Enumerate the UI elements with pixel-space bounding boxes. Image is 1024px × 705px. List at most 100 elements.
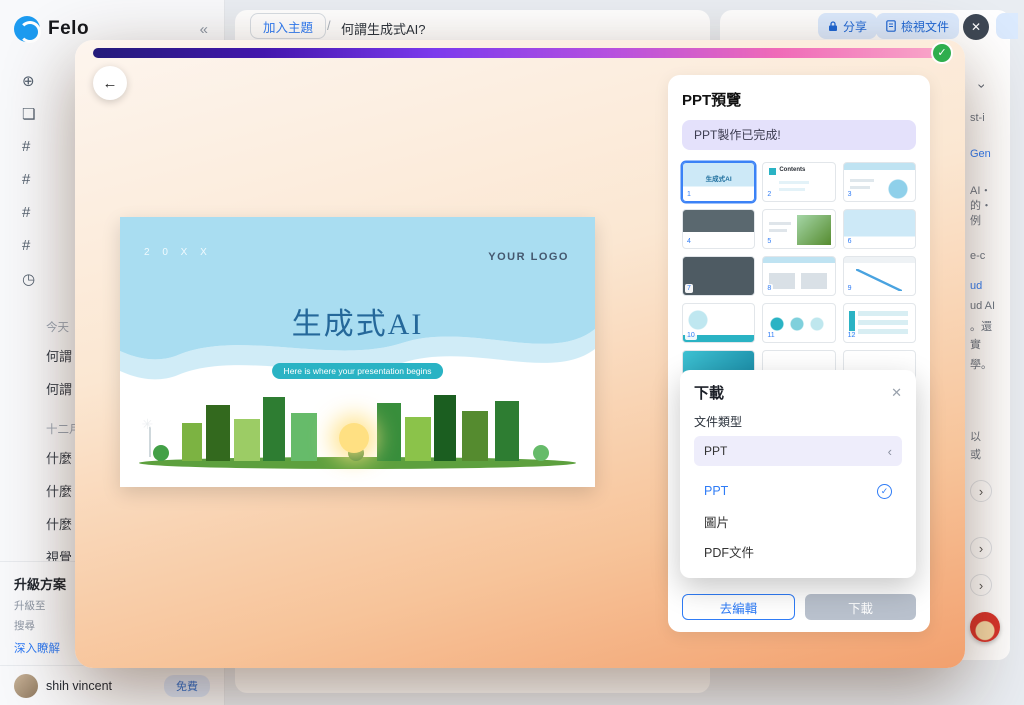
felo-logo-icon[interactable]: [14, 16, 41, 43]
download-button[interactable]: 下載: [805, 594, 916, 620]
thumbnail-number: 1: [685, 190, 693, 199]
selected-check-icon: ✓: [877, 483, 892, 499]
truncated-text-fragment: 例: [970, 215, 981, 227]
lightbulb-shape: [338, 423, 369, 453]
slide-thumbnail[interactable]: 12: [842, 303, 916, 343]
truncated-text-fragment: 以: [970, 431, 981, 443]
thumbnail-number: 7: [685, 284, 693, 293]
slide-thumbnail[interactable]: 5: [762, 209, 836, 249]
city-illustration: [120, 377, 595, 487]
truncated-text-fragment: st-i: [970, 112, 985, 124]
share-button[interactable]: 分享: [818, 13, 878, 39]
building-shape: [205, 405, 230, 461]
slide-thumbnail[interactable]: 6: [842, 209, 916, 249]
truncated-text-fragment: ud AI: [970, 300, 996, 312]
tree-shape: [533, 445, 550, 461]
breadcrumb-separator: /: [327, 18, 331, 33]
truncated-text-fragment: AI・: [970, 185, 992, 197]
thumbnail-label: Contents: [779, 167, 806, 173]
progress-gradient: [93, 48, 947, 58]
expand-chevron-button[interactable]: ›: [970, 480, 992, 502]
file-type-label: 文件類型: [694, 415, 743, 429]
learn-more-link[interactable]: 深入瞭解: [14, 640, 60, 656]
user-row[interactable]: shih vincent 免費: [0, 665, 224, 705]
expand-chevron-button[interactable]: ›: [970, 537, 992, 559]
slide-thumbnail[interactable]: 10: [682, 303, 756, 343]
popup-close-icon[interactable]: ✕: [891, 385, 902, 401]
file-type-option[interactable]: 圖片: [694, 506, 902, 536]
panel-footer: 去編輯 下載: [682, 594, 916, 620]
thumbnail-number: 6: [845, 237, 854, 246]
file-type-select[interactable]: PPT ‹: [694, 436, 902, 466]
panel-title: PPT預覽: [682, 92, 742, 109]
slide-logo-text: YOUR LOGO: [488, 251, 569, 263]
thumbnail-number: 12: [845, 331, 858, 340]
sidebar-collapse-icon[interactable]: «: [200, 21, 210, 38]
building-shape: [376, 403, 401, 461]
popup-title: 下載: [694, 385, 725, 402]
close-document-button[interactable]: ✕: [963, 14, 989, 40]
file-type-option[interactable]: PDF文件: [694, 536, 902, 566]
truncated-text-fragment: 實: [970, 339, 981, 351]
daruma-emoji[interactable]: [970, 612, 1000, 642]
truncated-text-fragment: 。還: [970, 321, 992, 333]
document-icon: [886, 20, 896, 32]
building-shape: [405, 417, 431, 461]
building-shape: [291, 413, 317, 461]
truncated-text-fragment: 學。: [970, 359, 992, 371]
chevron-icon: ‹: [887, 443, 892, 459]
building-shape: [495, 401, 520, 461]
option-label: PPT: [704, 484, 729, 498]
status-banner: PPT製作已完成!: [682, 120, 916, 150]
view-document-button[interactable]: 檢視文件: [876, 13, 960, 39]
thumbnail-number: 3: [845, 190, 854, 199]
thumbnail-number: 8: [765, 284, 774, 293]
slide-year: 2 0 X X: [144, 247, 212, 258]
slide-thumbnail[interactable]: Contents 2: [762, 162, 836, 202]
slide-thumbnail[interactable]: 3: [842, 162, 916, 202]
building-shape: [181, 423, 202, 461]
windmill-shape: [142, 416, 153, 457]
file-type-options: PPT ✓ 圖片 PDF文件: [694, 476, 902, 566]
building-shape: [462, 411, 488, 461]
tree-shape: [153, 445, 170, 461]
download-popup: 下載 ✕ 文件類型 PPT ‹ PPT ✓ 圖片 PDF文件: [680, 370, 916, 578]
lock-icon: [829, 20, 837, 31]
collapse-section-chevron-icon[interactable]: ›: [974, 84, 990, 89]
plan-badge: 免費: [164, 674, 210, 697]
expand-chevron-button[interactable]: ›: [970, 574, 992, 596]
slide-thumbnail[interactable]: 4: [682, 209, 756, 249]
building-shape: [433, 395, 456, 461]
thumbnail-label: 生成式AI: [705, 176, 732, 183]
option-label: 圖片: [704, 515, 730, 530]
file-type-option[interactable]: PPT ✓: [694, 476, 902, 506]
selected-file-type: PPT: [704, 444, 728, 458]
edit-button[interactable]: 去編輯: [682, 594, 795, 620]
slide-preview: 2 0 X X YOUR LOGO 生成式AI Here is where yo…: [120, 217, 595, 487]
breadcrumb: 何謂生成式AI?: [341, 22, 426, 37]
slide-title: 生成式AI: [291, 308, 424, 341]
ppt-generation-modal: ✓ ← 2 0 X X YOUR LOGO 生成式AI Here is wher…: [75, 40, 965, 668]
share-label: 分享: [843, 19, 868, 34]
slide-thumbnail[interactable]: 生成式AI 1: [682, 162, 756, 202]
truncated-text-fragment: 或: [970, 449, 981, 461]
thumbnail-number: 5: [765, 237, 774, 246]
thumbnail-number: 11: [765, 331, 777, 340]
popup-header: 下載 ✕: [694, 382, 902, 403]
building-shape: [262, 397, 285, 461]
avatar: [14, 673, 38, 698]
slide-thumbnail[interactable]: 8: [762, 256, 836, 296]
username: shih vincent: [46, 678, 113, 693]
complete-check-icon: ✓: [933, 44, 951, 62]
slide-thumbnail[interactable]: 11: [762, 303, 836, 343]
truncated-toolbar-button[interactable]: [996, 13, 1018, 39]
add-topic-button[interactable]: 加入主題: [250, 13, 327, 39]
back-button[interactable]: ←: [93, 66, 127, 100]
thumbnail-number: 4: [685, 237, 693, 246]
thumbnail-number: 2: [765, 190, 774, 199]
option-label: PDF文件: [704, 545, 755, 560]
slide-thumbnail[interactable]: 9: [842, 256, 916, 296]
brand-name: Felo: [48, 18, 90, 39]
slide-thumbnail[interactable]: 7: [682, 256, 756, 296]
building-shape: [234, 419, 260, 461]
